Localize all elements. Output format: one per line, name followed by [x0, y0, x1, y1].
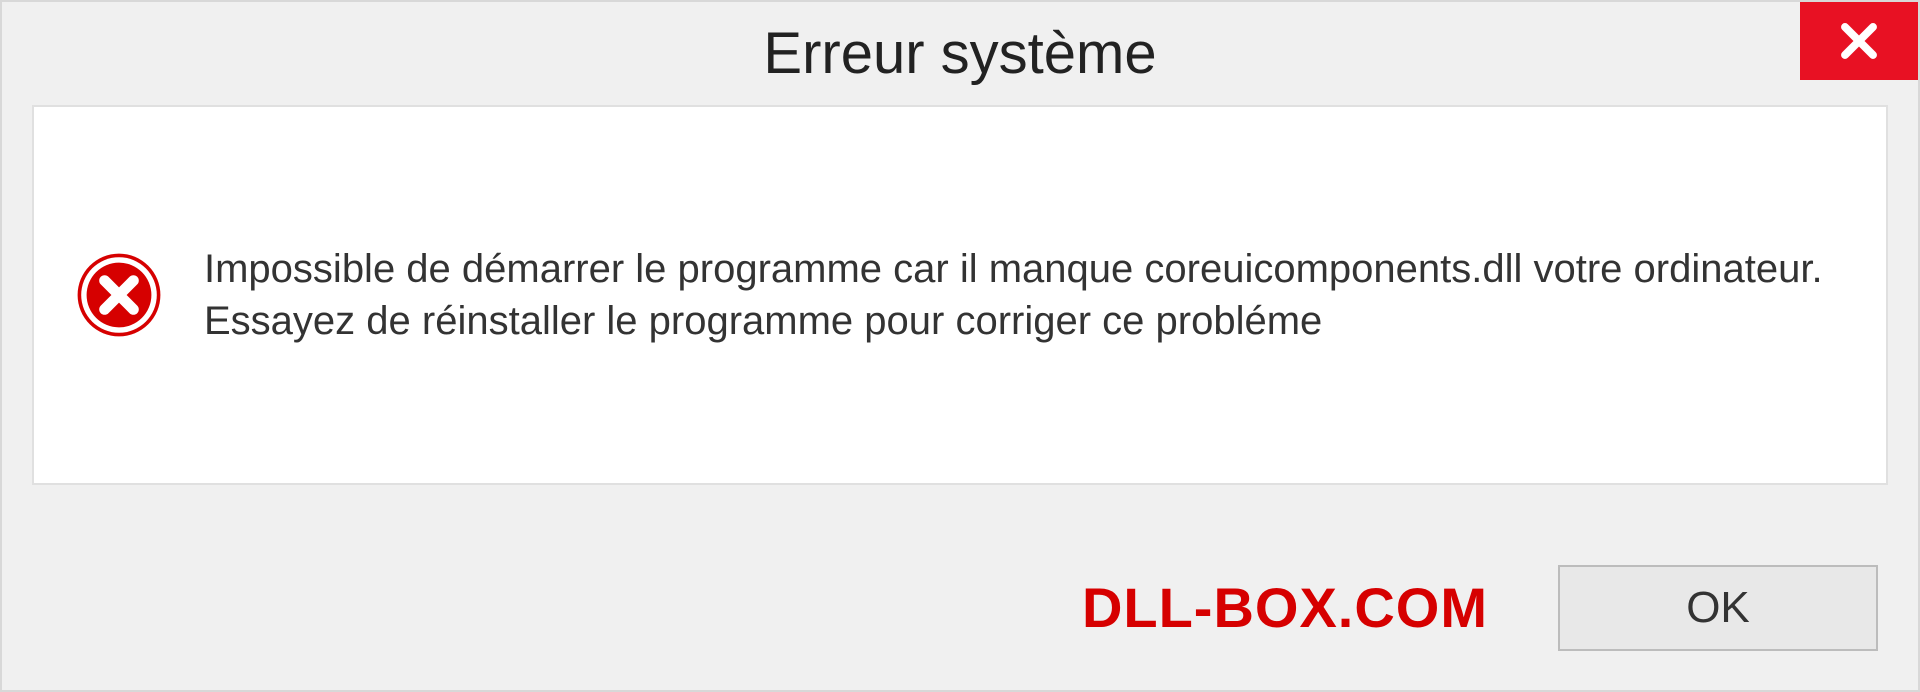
content-area: Impossible de démarrer le programme car …	[32, 105, 1888, 485]
titlebar: Erreur système	[2, 2, 1918, 105]
dialog-footer: DLL-BOX.COM OK	[2, 525, 1918, 690]
brand-text: DLL-BOX.COM	[1082, 575, 1488, 640]
error-icon	[74, 250, 164, 340]
dialog-title: Erreur système	[763, 20, 1156, 87]
error-dialog: Erreur système Impossible de démarrer le…	[0, 0, 1920, 692]
ok-button[interactable]: OK	[1558, 565, 1878, 651]
error-message: Impossible de démarrer le programme car …	[204, 243, 1846, 347]
close-icon	[1838, 20, 1880, 62]
close-button[interactable]	[1800, 2, 1918, 80]
